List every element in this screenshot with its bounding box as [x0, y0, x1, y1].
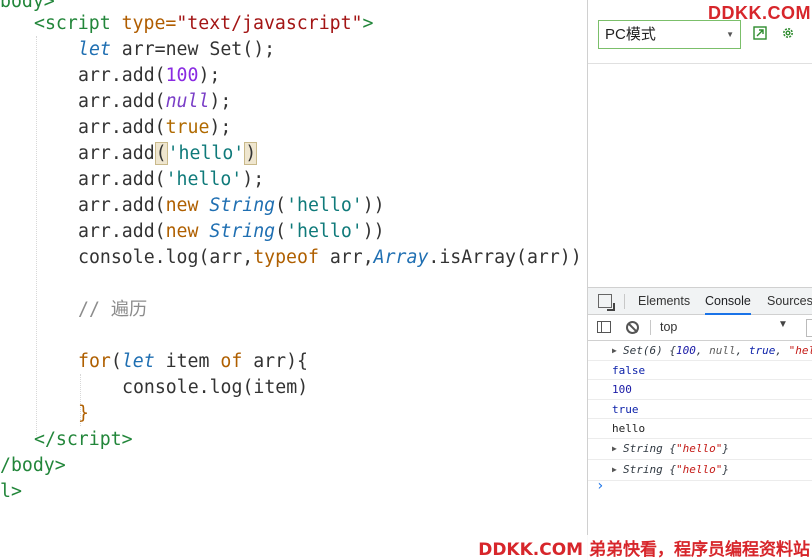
emulation-toolbar: PC模式 ▼ DDKK.COM — [588, 0, 812, 64]
filter-input[interactable] — [806, 319, 812, 337]
code-line: let arr=new Set(); — [78, 39, 276, 60]
code-line: /body> — [0, 455, 66, 476]
sidebar-toggle-icon[interactable] — [597, 321, 611, 333]
page-preview — [588, 64, 812, 264]
code-line: console.log(item) — [122, 377, 309, 398]
console-toolbar: top ▼ — [588, 315, 812, 341]
code-line: arr.add(true); — [78, 117, 232, 138]
clear-console-icon[interactable] — [626, 321, 639, 334]
code-line: arr.add(new String('hello')) — [78, 221, 385, 242]
divider — [624, 294, 625, 309]
console-output: ▶Set(6) {100, null, true, "hel false 100… — [588, 341, 812, 481]
devtools-tab-bar: Elements Console Sources — [588, 287, 812, 315]
context-selector[interactable]: top — [660, 320, 677, 334]
code-line: for(let item of arr){ — [78, 351, 308, 372]
code-line: arr.add(100); — [78, 65, 221, 86]
console-message: 100 — [588, 380, 812, 400]
device-mode-select[interactable]: PC模式 ▼ — [598, 20, 741, 49]
browser-preview-pane: PC模式 ▼ DDKK.COM Elements Console Sources… — [587, 0, 812, 560]
expand-triangle-icon[interactable]: ▶ — [612, 341, 617, 360]
code-editor[interactable]: body> <script type="text/javascript"> le… — [0, 0, 587, 560]
open-external-icon[interactable] — [752, 26, 768, 42]
matched-paren: ) — [244, 142, 258, 165]
console-message: true — [588, 400, 812, 419]
inspect-element-icon[interactable] — [598, 294, 612, 308]
code-line: <script type="text/javascript"> — [34, 13, 374, 34]
chevron-down-icon: ▼ — [726, 30, 734, 39]
code-line: arr.add('hello') — [78, 142, 258, 165]
expand-triangle-icon[interactable]: ▶ — [612, 460, 617, 479]
code-line: arr.add(new String('hello')) — [78, 195, 385, 216]
tab-elements[interactable]: Elements — [638, 288, 690, 315]
console-prompt[interactable]: › — [596, 478, 604, 494]
code-line: </script> — [34, 429, 133, 450]
code-line: l> — [0, 481, 22, 502]
console-message[interactable]: ▶ String {"hello"} — [588, 460, 812, 481]
device-mode-value: PC模式 — [605, 26, 656, 43]
watermark-logo: DDKK.COM — [708, 3, 811, 23]
code-line: arr.add(null); — [78, 91, 232, 112]
divider — [650, 320, 651, 335]
console-message[interactable]: ▶Set(6) {100, null, true, "hel — [588, 341, 812, 361]
console-message[interactable]: ▶ String {"hello"} — [588, 439, 812, 460]
tab-console[interactable]: Console — [705, 288, 751, 315]
expand-triangle-icon[interactable]: ▶ — [612, 439, 617, 458]
gear-icon[interactable] — [780, 26, 796, 42]
code-line: } — [78, 403, 89, 424]
matched-paren: ( — [154, 142, 168, 165]
tab-sources[interactable]: Sources — [767, 288, 812, 315]
console-message: hello — [588, 419, 812, 439]
chevron-down-icon[interactable]: ▼ — [778, 319, 788, 330]
code-line: arr.add('hello'); — [78, 169, 265, 190]
code-comment: // 遍历 — [78, 299, 148, 320]
code-line: console.log(arr,typeof arr,Array.isArray… — [78, 247, 582, 268]
indent-guide — [36, 36, 37, 436]
console-message: false — [588, 361, 812, 380]
watermark-caption: DDKK.COM 弟弟快看，程序员编程资料站 — [476, 535, 812, 560]
